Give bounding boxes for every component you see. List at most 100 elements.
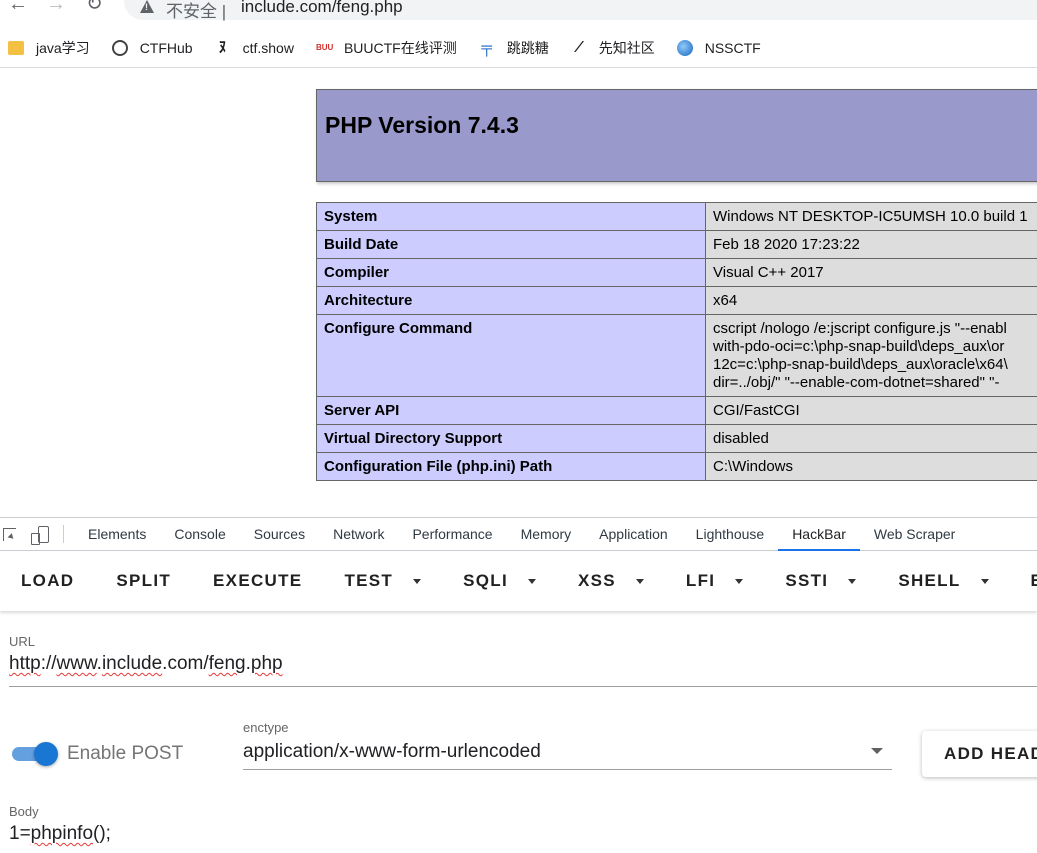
security-label: 不安全 | — [166, 2, 227, 21]
phpinfo-value-line: disabled — [713, 430, 769, 447]
phpinfo-row: Virtual Directory Support disabled — [316, 424, 1037, 453]
bookmark-label: BUUCTF在线评测 — [343, 39, 457, 56]
phpinfo-value: disabled — [705, 424, 1037, 453]
phpinfo-value: C:\Windows — [705, 452, 1037, 481]
body-part: 1= — [9, 823, 31, 844]
tab-hackbar[interactable]: HackBar — [778, 517, 860, 551]
phpinfo-header: PHP Version 7.4.3 — [316, 89, 1037, 182]
device-toolbar-icon[interactable] — [31, 525, 49, 545]
url-part: http — [9, 653, 41, 674]
body-part: phpinfo — [30, 823, 94, 844]
devtools-tabbar: Elements Console Sources Network Performance… — [0, 517, 1037, 551]
execute-label: EXECUTE — [213, 571, 303, 590]
split-button[interactable]: SPLIT — [95, 551, 192, 611]
bookmark-ctfshow[interactable]: ﾇ ctf.show — [215, 38, 294, 56]
sqli-menu-button[interactable]: SQLI — [442, 551, 557, 611]
enable-post-toggle[interactable] — [12, 742, 58, 766]
phpinfo-row: Compiler Visual C++ 2017 — [316, 258, 1037, 287]
reload-icon[interactable]: ↻ — [86, 0, 103, 14]
tab-lighthouse[interactable]: Lighthouse — [682, 517, 779, 551]
bookmark-java[interactable]: java学习 — [8, 38, 90, 58]
bookmark-label: CTFHub — [139, 39, 193, 56]
phpinfo-row: Configure Command cscript /nologo /e:jscr… — [316, 314, 1037, 397]
split-label: SPLIT — [116, 571, 172, 590]
chevron-down-icon[interactable] — [871, 748, 883, 754]
phpinfo-value-line: 12c=c:\php-snap-build\deps_aux\oracle\x6… — [713, 356, 1008, 373]
bookmark-xianzhi[interactable]: ⁄ 先知社区 — [571, 38, 654, 58]
bookmark-buuctf[interactable]: BUU BUUCTF在线评测 — [316, 38, 457, 58]
url-part: php — [250, 653, 283, 674]
phpinfo-value: x64 — [705, 286, 1037, 315]
load-label: LOAD — [21, 571, 75, 590]
tab-sources[interactable]: Sources — [240, 517, 319, 551]
phpinfo-row: System Windows NT DESKTOP-IC5UMSH 10.0 bu… — [316, 202, 1037, 231]
devtools-panel: Elements Console Sources Network Performance… — [0, 517, 1037, 853]
url-part: :// — [40, 653, 57, 674]
url-field-label: URL — [9, 634, 36, 649]
bookmarks-bar: java学习 CTFHub ﾇ ctf.show BUU BUUCTF在线评测 … — [0, 28, 1037, 68]
hackbar-toolbar: LOAD SPLIT EXECUTE TEST SQLI XSS LFI SST… — [0, 551, 1037, 611]
xss-menu-button[interactable]: XSS — [557, 551, 665, 611]
buuctf-icon: BUU — [315, 42, 334, 52]
shell-menu-button[interactable]: SHELL — [877, 551, 1009, 611]
xss-label: XSS — [577, 571, 616, 590]
body-part: (); — [93, 823, 111, 844]
phpinfo-key: Configuration File (php.ini) Path — [316, 452, 706, 481]
tab-network[interactable]: Network — [319, 517, 398, 551]
bookmark-tiaotiaotang[interactable]: ╤ 跳跳糖 — [479, 38, 548, 58]
ctfshow-icon: ﾇ — [218, 38, 227, 56]
enable-post-label: Enable POST — [67, 743, 184, 764]
dropdown-caret-icon — [980, 578, 989, 584]
inspect-element-icon[interactable] — [3, 527, 16, 541]
phpinfo-value: CGI/FastCGI — [705, 396, 1037, 425]
phpinfo-value-line: with-pdo-oci=c:\php-snap-build\deps_aux\… — [713, 338, 1005, 355]
phpinfo-value-line: Windows NT DESKTOP-IC5UMSH 10.0 build 1 — [713, 208, 1028, 225]
phpinfo-value-line: Visual C++ 2017 — [713, 264, 824, 281]
ssti-menu-button[interactable]: SSTI — [764, 551, 877, 611]
phpinfo-key: System — [316, 202, 706, 231]
tab-web-scraper[interactable]: Web Scraper — [860, 517, 969, 551]
forward-icon[interactable]: → — [46, 0, 66, 14]
phpinfo-value: cscript /nologo /e:jscript configure.js … — [705, 314, 1037, 397]
dropdown-caret-icon — [635, 578, 644, 584]
url-part: include — [101, 653, 163, 674]
bookmark-nssctf[interactable]: NSSCTF — [676, 39, 761, 56]
bookmark-label: java学习 — [36, 39, 90, 56]
enctype-select[interactable]: application/x-www-form-urlencoded — [243, 741, 541, 763]
tab-console[interactable]: Console — [160, 517, 239, 551]
url-part: www — [56, 653, 97, 674]
test-label: TEST — [344, 571, 394, 590]
address-text[interactable]: include.com/feng.php — [241, 0, 403, 17]
load-button[interactable]: LOAD — [0, 551, 95, 611]
omnibox[interactable]: 不安全 | include.com/feng.php — [124, 0, 1037, 21]
divider — [63, 525, 64, 543]
bookmark-ctfhub[interactable]: CTFHub — [111, 39, 193, 56]
dropdown-caret-icon — [735, 578, 744, 584]
lfi-label: LFI — [685, 571, 716, 590]
encoding-menu-button[interactable]: EN — [1010, 551, 1037, 611]
dropdown-caret-icon — [848, 578, 857, 584]
url-input[interactable]: http://www.include.com/feng.php — [9, 653, 283, 675]
phpinfo-key: Build Date — [316, 230, 706, 259]
tab-elements[interactable]: Elements — [74, 517, 160, 551]
body-input[interactable]: 1=phpinfo(); — [9, 823, 111, 845]
tab-performance[interactable]: Performance — [398, 517, 506, 551]
shell-label: SHELL — [898, 571, 961, 590]
lfi-menu-button[interactable]: LFI — [665, 551, 764, 611]
tab-application[interactable]: Application — [585, 517, 682, 551]
phpinfo-key: Configure Command — [316, 314, 706, 397]
bookmark-label: NSSCTF — [704, 39, 761, 56]
back-icon[interactable]: ← — [8, 0, 28, 14]
test-menu-button[interactable]: TEST — [323, 551, 442, 611]
phpinfo-key: Compiler — [316, 258, 706, 287]
add-header-button[interactable]: ADD HEAD — [922, 731, 1037, 777]
phpinfo-key: Virtual Directory Support — [316, 424, 706, 453]
enctype-underline — [243, 769, 892, 770]
url-part: .com/ — [162, 653, 209, 674]
phpinfo-value-line: CGI/FastCGI — [713, 402, 800, 419]
phpinfo-value-line: x64 — [713, 292, 738, 309]
execute-button[interactable]: EXECUTE — [192, 551, 323, 611]
enctype-label: enctype — [243, 720, 289, 735]
tab-memory[interactable]: Memory — [507, 517, 586, 551]
url-part: feng — [208, 653, 246, 674]
